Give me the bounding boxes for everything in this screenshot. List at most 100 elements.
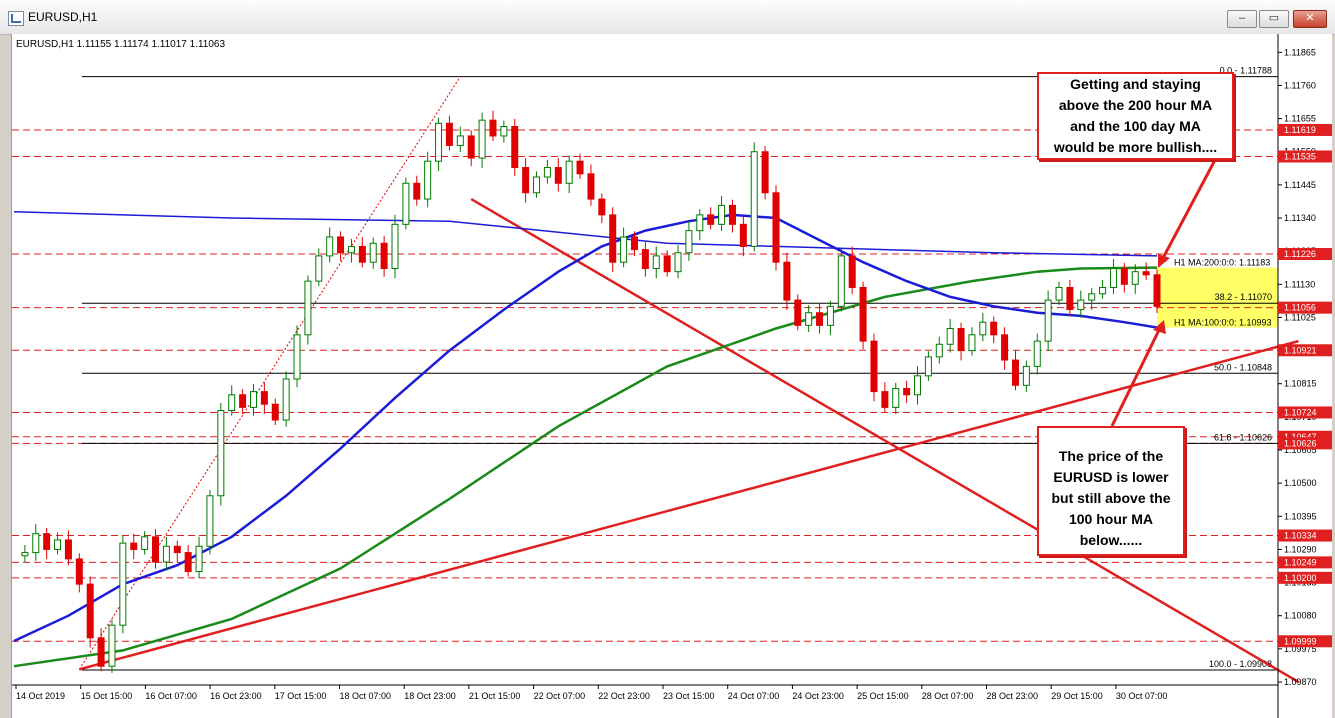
candle-body	[641, 249, 649, 270]
candle-body	[1099, 286, 1107, 295]
x-tick-label: 23 Oct 15:00	[663, 691, 715, 701]
window-titlebar: EURUSD,H1 – ▭ ✕	[0, 0, 1335, 35]
candle-body	[533, 176, 541, 194]
price-level-badge-label: 1.09999	[1284, 636, 1317, 646]
x-tick-label: 18 Oct 07:00	[340, 691, 392, 701]
candle-body	[554, 167, 562, 184]
chart-area[interactable]: 0.0 - 1.11788 38.2 - 1.11070 50.0 - 1.1084…	[11, 34, 1332, 718]
price-level-badge-label: 1.11535	[1284, 151, 1316, 161]
candle-body	[1001, 334, 1009, 361]
candle-body	[630, 236, 638, 251]
candle-body	[239, 394, 247, 408]
candle-body	[402, 182, 410, 225]
daily-ma-line	[13, 210, 1158, 257]
candle-body	[43, 533, 51, 550]
price-level-badge-label: 1.10200	[1284, 573, 1317, 583]
fib-level-label: 61.8 - 1.10626	[1214, 432, 1272, 442]
restore-button[interactable]: ▭	[1259, 10, 1289, 28]
candle-body	[837, 255, 845, 307]
candle-body	[718, 204, 726, 225]
annotation-bottom-arrow	[1110, 327, 1162, 427]
candle-body	[119, 542, 127, 626]
candle-body	[772, 192, 780, 263]
candle-body	[173, 545, 181, 554]
candle-body	[108, 624, 116, 667]
candle-body	[249, 391, 257, 408]
candle-body	[739, 223, 747, 247]
candle-body	[86, 583, 94, 639]
x-tick-label: 30 Oct 07:00	[1116, 691, 1168, 701]
candle-body	[206, 495, 214, 547]
y-tick-label: 1.10500	[1284, 478, 1317, 488]
candle-body	[304, 280, 312, 336]
candle-body	[217, 410, 225, 497]
candle-body	[195, 545, 203, 573]
candle-body	[565, 160, 573, 184]
candle-body	[935, 343, 943, 358]
price-level-badge-label: 1.10724	[1284, 407, 1317, 417]
candle-body	[260, 391, 268, 405]
y-tick-label: 1.10815	[1284, 379, 1317, 389]
ma100-label: H1 MA:100:0:0: 1.10993	[1174, 318, 1272, 328]
y-tick-label: 1.11130	[1284, 279, 1315, 289]
candle-body	[228, 394, 236, 412]
x-tick-label: 21 Oct 15:00	[469, 691, 521, 701]
candle-body	[282, 378, 290, 421]
candle-body	[750, 151, 758, 247]
candle-body	[881, 391, 889, 408]
annotation-top: Getting and staying above the 200 hour M…	[1037, 72, 1234, 160]
y-tick-label: 1.11655	[1284, 114, 1316, 124]
annotation-bottom: The price of the EURUSD is lower but sti…	[1037, 426, 1185, 556]
x-tick-label: 16 Oct 07:00	[145, 691, 197, 701]
candle-body	[794, 299, 802, 326]
candle-body	[445, 122, 453, 146]
candle-body	[391, 223, 399, 270]
candle-body	[957, 327, 965, 352]
candle-body	[587, 173, 595, 200]
candle-body	[1055, 286, 1063, 301]
x-tick-label: 18 Oct 23:00	[404, 691, 456, 701]
price-level-badge-label: 1.11619	[1284, 125, 1316, 135]
y-tick-label: 1.11340	[1284, 213, 1316, 223]
candle-body	[162, 545, 170, 563]
price-level-badge-label: 1.11056	[1284, 303, 1316, 313]
candle-body	[892, 387, 900, 408]
candle-body	[152, 536, 160, 563]
y-tick-label: 1.10395	[1284, 511, 1317, 521]
candle-body	[32, 533, 40, 554]
x-tick-label: 28 Oct 23:00	[987, 691, 1039, 701]
x-tick-label: 24 Oct 07:00	[728, 691, 780, 701]
candle-body	[293, 334, 301, 380]
candle-body	[1011, 359, 1019, 386]
candle-body	[1142, 271, 1150, 276]
candle-body	[64, 539, 72, 560]
candle-body	[609, 214, 617, 263]
fib-level-label: 38.2 - 1.11070	[1215, 292, 1272, 302]
x-tick-label: 22 Oct 23:00	[598, 691, 650, 701]
close-button[interactable]: ✕	[1293, 10, 1327, 28]
candle-body	[783, 261, 791, 301]
x-tick-label: 25 Oct 15:00	[857, 691, 909, 701]
candle-body	[990, 321, 998, 336]
candle-body	[924, 356, 932, 377]
candle-body	[380, 242, 388, 270]
x-tick-label: 16 Oct 23:00	[210, 691, 262, 701]
candle-body	[1153, 274, 1161, 307]
candle-body	[1033, 340, 1041, 367]
candle-body	[859, 286, 867, 342]
candle-body	[424, 160, 432, 200]
candle-body	[500, 125, 508, 137]
y-tick-label: 1.10290	[1284, 544, 1317, 554]
price-level-badge-label: 1.10921	[1284, 345, 1317, 355]
candle-body	[130, 542, 138, 550]
candle-body	[598, 198, 606, 216]
candle-body	[761, 151, 769, 194]
candle-body	[903, 387, 911, 396]
candle-body	[21, 552, 29, 557]
candle-body	[97, 637, 105, 667]
candle-body	[946, 327, 954, 345]
candle-body	[816, 312, 824, 326]
minimize-button[interactable]: –	[1227, 10, 1257, 28]
candle-body	[1066, 286, 1074, 311]
price-level-badge-label: 1.10334	[1284, 531, 1317, 541]
